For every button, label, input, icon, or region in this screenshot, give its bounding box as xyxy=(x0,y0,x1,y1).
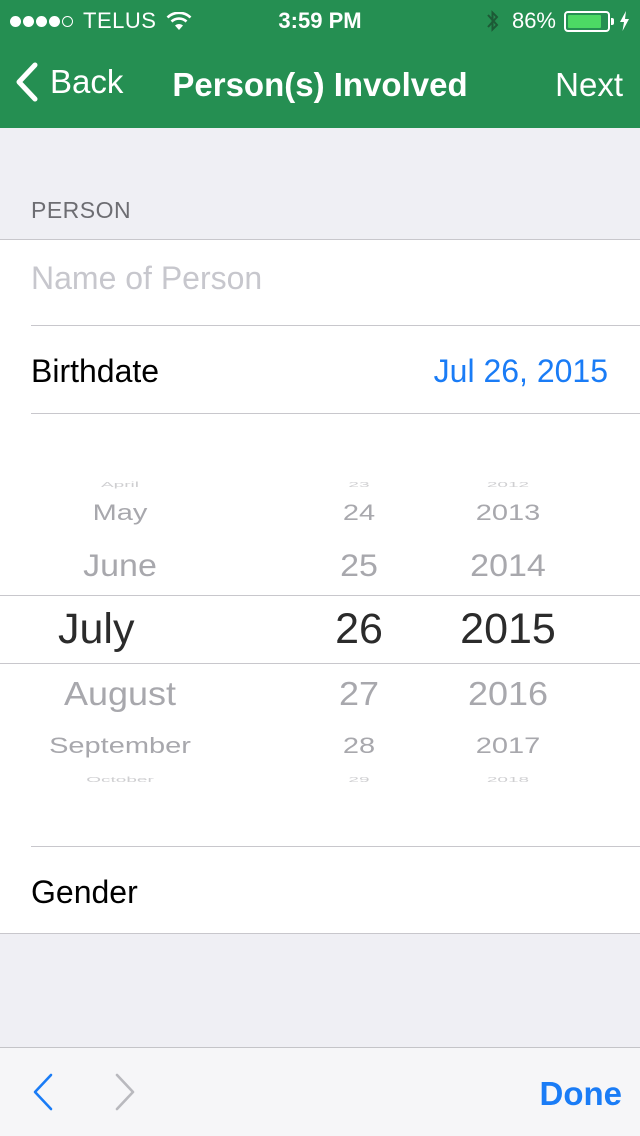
status-right: 86% xyxy=(486,8,630,34)
charging-icon xyxy=(620,11,629,31)
picker-year-option[interactable]: 2018 xyxy=(398,776,618,785)
next-field-button[interactable] xyxy=(112,1072,138,1112)
section-header-person: PERSON xyxy=(31,197,132,223)
picker-month-option[interactable]: September xyxy=(10,734,230,760)
keyboard-toolbar: Done xyxy=(0,1047,640,1136)
picker-selection-top-line xyxy=(0,595,640,596)
navigation-header: TELUS 3:59 PM 86% Back Person(s) Involve… xyxy=(0,0,640,128)
picker-year-option[interactable]: 2015 xyxy=(398,605,618,654)
birthdate-row[interactable]: Birthdate Jul 26, 2015 xyxy=(31,326,640,413)
picker-month-option[interactable]: May xyxy=(10,501,230,527)
battery-icon xyxy=(564,10,614,32)
nav-bar: Back Person(s) Involved Next xyxy=(0,40,640,128)
battery-fill xyxy=(568,14,601,28)
picker-year-option[interactable]: 2014 xyxy=(398,549,618,585)
picker-month-option[interactable]: August xyxy=(10,675,230,714)
name-of-person-input[interactable] xyxy=(31,260,591,297)
picker-month-option[interactable]: July xyxy=(58,605,134,654)
next-button[interactable]: Next xyxy=(555,66,623,104)
gender-row[interactable]: Gender xyxy=(31,847,640,935)
person-form: Birthdate Jul 26, 2015 April May June July A… xyxy=(0,239,640,934)
picker-month-option[interactable]: October xyxy=(10,776,230,785)
gender-label: Gender xyxy=(31,874,138,910)
page-title: Person(s) Involved xyxy=(172,66,468,103)
picker-year-option[interactable]: 2013 xyxy=(398,501,618,527)
birthdate-label: Birthdate xyxy=(31,353,160,389)
done-button[interactable]: Done xyxy=(540,1075,623,1113)
picker-year-option[interactable]: 2012 xyxy=(398,481,618,490)
picker-selection-bottom-line xyxy=(0,663,640,664)
birthdate-value[interactable]: Jul 26, 2015 xyxy=(434,353,608,390)
previous-field-button[interactable] xyxy=(30,1072,56,1112)
battery-percentage: 86% xyxy=(511,8,556,33)
picker-year-option[interactable]: 2016 xyxy=(398,675,618,714)
picker-month-option[interactable]: April xyxy=(10,481,230,490)
status-bar: TELUS 3:59 PM 86% xyxy=(0,0,640,40)
picker-year-option[interactable]: 2017 xyxy=(398,734,618,760)
picker-month-option[interactable]: June xyxy=(10,549,230,585)
bluetooth-icon xyxy=(487,10,499,32)
date-picker[interactable]: April May June July August September October 23… xyxy=(0,414,640,846)
